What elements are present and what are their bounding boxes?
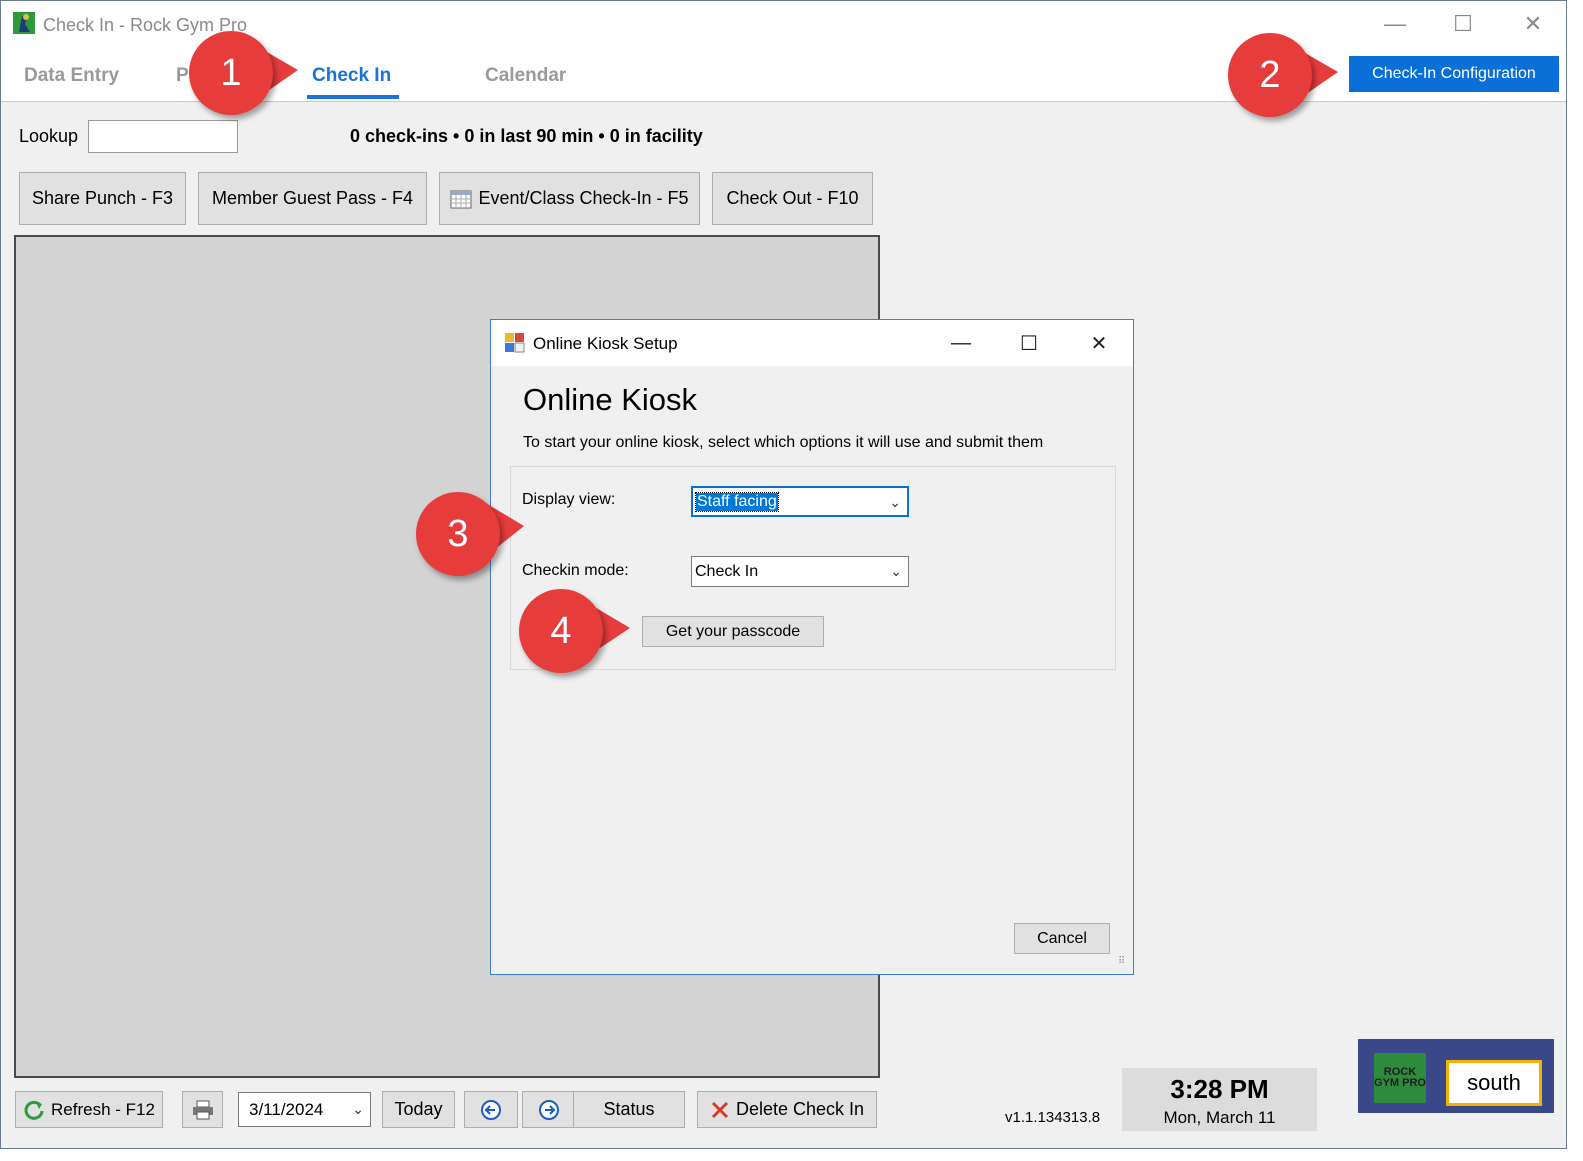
- cancel-button[interactable]: Cancel: [1014, 923, 1110, 954]
- member-guest-pass-button[interactable]: Member Guest Pass - F4: [198, 172, 427, 225]
- check-out-button[interactable]: Check Out - F10: [712, 172, 873, 225]
- location-name[interactable]: south: [1446, 1060, 1542, 1106]
- checkin-mode-select[interactable]: Check In ⌄: [691, 556, 909, 587]
- resize-grip[interactable]: ⠿: [1118, 957, 1130, 971]
- clock-panel: 3:28 PM Mon, March 11: [1122, 1068, 1317, 1131]
- lookup-input[interactable]: [88, 120, 238, 153]
- active-tab-indicator: [307, 95, 399, 99]
- arrow-right-icon: [539, 1099, 559, 1120]
- printer-icon: [192, 1100, 213, 1119]
- display-view-value: Staff facing: [695, 491, 779, 512]
- checkin-mode-value: Check In: [695, 562, 759, 580]
- dialog-heading: Online Kiosk: [523, 382, 698, 417]
- get-passcode-button[interactable]: Get your passcode: [642, 616, 824, 647]
- dialog-app-icon: [505, 333, 525, 353]
- delete-checkin-button[interactable]: Delete Check In: [697, 1091, 877, 1128]
- today-label: Today: [394, 1099, 443, 1119]
- today-button[interactable]: Today: [382, 1091, 455, 1128]
- share-punch-label: Share Punch - F3: [31, 188, 174, 208]
- main-window: Check In - Rock Gym Pro — ☐ ✕ Data Entry…: [0, 0, 1567, 1149]
- refresh-icon: [24, 1100, 44, 1120]
- delete-label: Delete Check In: [735, 1099, 865, 1119]
- dialog-title-bar: Online Kiosk Setup — ☐ ✕: [491, 320, 1133, 366]
- clock-time: 3:28 PM: [1170, 1074, 1269, 1104]
- tab-data-entry[interactable]: Data Entry: [24, 65, 119, 87]
- callout-2-bubble: 2: [1228, 33, 1312, 117]
- callout-4-bubble: 4: [519, 589, 603, 673]
- refresh-button[interactable]: Refresh - F12: [15, 1091, 163, 1128]
- delete-x-icon: [711, 1101, 729, 1118]
- chevron-down-icon: ⌄: [889, 494, 901, 510]
- checkin-configuration-button[interactable]: Check-In Configuration: [1349, 56, 1559, 92]
- dialog-close-button[interactable]: ✕: [1079, 328, 1119, 358]
- status-button[interactable]: Status: [573, 1091, 685, 1128]
- prev-day-button[interactable]: [464, 1091, 518, 1128]
- checkin-stats: 0 check-ins • 0 in last 90 min • 0 in fa…: [350, 126, 703, 146]
- chevron-down-icon: ⌄: [352, 1101, 364, 1117]
- lookup-label: Lookup: [19, 126, 79, 146]
- callout-1-bubble: 1: [189, 31, 273, 115]
- tab-check-in[interactable]: Check In: [312, 65, 391, 87]
- get-passcode-label: Get your passcode: [665, 622, 801, 640]
- dialog-title: Online Kiosk Setup: [533, 334, 678, 353]
- share-punch-button[interactable]: Share Punch - F3: [19, 172, 186, 225]
- cancel-label: Cancel: [1037, 929, 1087, 947]
- rock-gym-pro-logo: ROCK GYM PRO: [1374, 1053, 1426, 1103]
- event-class-checkin-button[interactable]: Event/Class Check-In - F5: [439, 172, 700, 225]
- display-view-label: Display view:: [522, 491, 616, 508]
- maximize-button[interactable]: ☐: [1441, 9, 1485, 39]
- checkin-mode-label: Checkin mode:: [522, 562, 629, 579]
- next-day-button[interactable]: [522, 1091, 576, 1128]
- display-view-select[interactable]: Staff facing ⌄: [691, 486, 909, 517]
- event-checkin-label: Event/Class Check-In - F5: [478, 188, 689, 208]
- callout-3-bubble: 3: [416, 492, 500, 576]
- clock-date: Mon, March 11: [1163, 1108, 1276, 1127]
- guest-pass-label: Member Guest Pass - F4: [211, 188, 414, 208]
- arrow-left-icon: [481, 1099, 501, 1120]
- calendar-icon: [450, 190, 472, 208]
- check-out-label: Check Out - F10: [726, 188, 859, 208]
- version-label: v1.1.134313.8: [1005, 1109, 1101, 1126]
- status-label: Status: [603, 1099, 655, 1119]
- date-value: 3/11/2024: [249, 1099, 324, 1119]
- dialog-minimize-button[interactable]: —: [941, 328, 981, 358]
- refresh-label: Refresh - F12: [51, 1099, 155, 1119]
- dialog-maximize-button[interactable]: ☐: [1009, 328, 1049, 358]
- dialog-subtitle: To start your online kiosk, select which…: [523, 434, 1044, 451]
- print-button[interactable]: [182, 1091, 223, 1128]
- minimize-button[interactable]: —: [1373, 9, 1417, 39]
- chevron-down-icon: ⌄: [890, 563, 902, 579]
- location-panel: ROCK GYM PRO south: [1358, 1039, 1554, 1113]
- app-icon: [13, 12, 35, 34]
- date-picker[interactable]: 3/11/2024 ⌄: [238, 1092, 371, 1127]
- tab-calendar[interactable]: Calendar: [485, 65, 566, 87]
- close-button[interactable]: ✕: [1511, 9, 1555, 39]
